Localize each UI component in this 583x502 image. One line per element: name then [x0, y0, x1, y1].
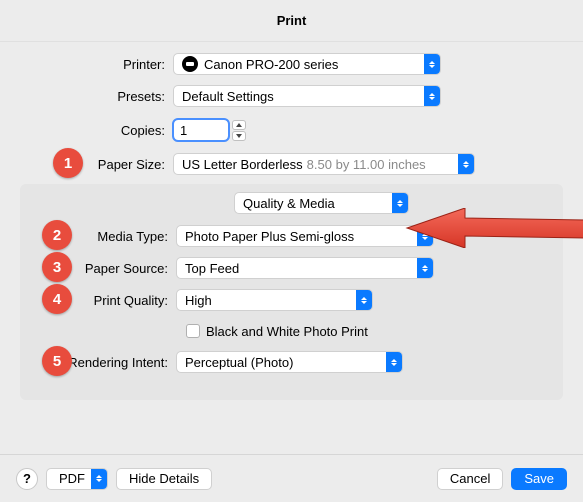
dropdown-arrows-icon: [424, 86, 440, 106]
copies-stepper[interactable]: [232, 120, 246, 141]
paper-size-select[interactable]: US Letter Borderless8.50 by 11.00 inches: [173, 153, 475, 175]
dropdown-arrows-icon: [458, 154, 474, 174]
printer-status-icon: [182, 56, 198, 72]
section-select-value: Quality & Media: [243, 196, 388, 211]
dropdown-arrows-icon: [417, 258, 433, 278]
presets-label: Presets:: [20, 89, 173, 104]
printer-value: Canon PRO-200 series: [204, 57, 420, 72]
paper-size-value: US Letter Borderless8.50 by 11.00 inches: [182, 157, 454, 172]
dropdown-arrows-icon: [356, 290, 372, 310]
stepper-up-icon[interactable]: [232, 120, 246, 130]
callout-badge-5: 5: [42, 346, 72, 376]
pdf-menu-button[interactable]: PDF: [46, 468, 108, 490]
help-button[interactable]: ?: [16, 468, 38, 490]
cancel-button[interactable]: Cancel: [437, 468, 503, 490]
bw-checkbox[interactable]: [186, 324, 200, 338]
dropdown-arrows-icon: [417, 226, 433, 246]
save-button[interactable]: Save: [511, 468, 567, 490]
pdf-label: PDF: [59, 471, 85, 486]
printer-label: Printer:: [20, 57, 173, 72]
paper-size-label: Paper Size:: [20, 157, 173, 172]
presets-value: Default Settings: [182, 89, 420, 104]
options-section: Quality & Media 2 Media Type: Photo Pape…: [20, 184, 563, 400]
hide-details-button[interactable]: Hide Details: [116, 468, 212, 490]
copies-input[interactable]: [173, 119, 229, 141]
paper-source-value: Top Feed: [185, 261, 413, 276]
paper-size-dimensions: 8.50 by 11.00 inches: [307, 157, 426, 172]
dropdown-arrows-icon: [91, 469, 107, 489]
callout-badge-2: 2: [42, 220, 72, 250]
media-type-select[interactable]: Photo Paper Plus Semi-gloss: [176, 225, 434, 247]
callout-badge-3: 3: [42, 252, 72, 282]
callout-badge-1: 1: [53, 148, 83, 178]
window-title: Print: [0, 0, 583, 42]
bw-checkbox-label: Black and White Photo Print: [206, 324, 368, 339]
media-type-value: Photo Paper Plus Semi-gloss: [185, 229, 413, 244]
stepper-down-icon[interactable]: [232, 131, 246, 141]
rendering-intent-value: Perceptual (Photo): [185, 355, 382, 370]
footer-bar: ? PDF Hide Details Cancel Save: [0, 454, 583, 502]
print-quality-value: High: [185, 293, 352, 308]
dropdown-arrows-icon: [386, 352, 402, 372]
paper-source-select[interactable]: Top Feed: [176, 257, 434, 279]
rendering-intent-select[interactable]: Perceptual (Photo): [176, 351, 403, 373]
presets-select[interactable]: Default Settings: [173, 85, 441, 107]
dropdown-arrows-icon: [392, 193, 408, 213]
copies-label: Copies:: [20, 123, 173, 138]
print-quality-select[interactable]: High: [176, 289, 373, 311]
printer-select[interactable]: Canon PRO-200 series: [173, 53, 441, 75]
dropdown-arrows-icon: [424, 54, 440, 74]
section-select[interactable]: Quality & Media: [234, 192, 409, 214]
callout-badge-4: 4: [42, 284, 72, 314]
